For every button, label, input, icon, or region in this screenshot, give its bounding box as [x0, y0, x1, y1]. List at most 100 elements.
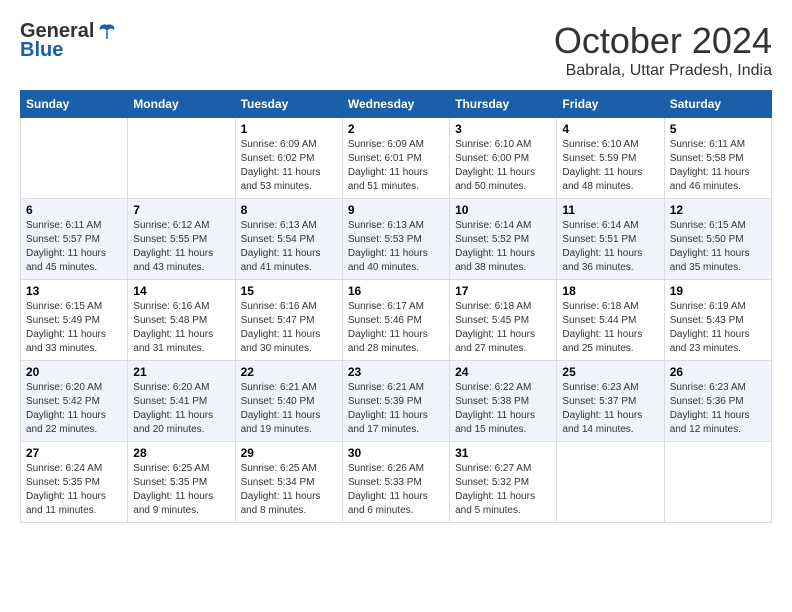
header-row: SundayMondayTuesdayWednesdayThursdayFrid…	[21, 91, 772, 118]
day-info: Sunrise: 6:21 AM Sunset: 5:39 PM Dayligh…	[348, 381, 444, 437]
calendar-cell	[557, 442, 664, 523]
day-info: Sunrise: 6:25 AM Sunset: 5:34 PM Dayligh…	[241, 462, 337, 518]
calendar-cell: 28 Sunrise: 6:25 AM Sunset: 5:35 PM Dayli…	[128, 442, 235, 523]
calendar-week-row: 6Sunrise: 6:11 AM Sunset: 5:57 PM Daylig…	[21, 199, 772, 280]
calendar-cell: 19 Sunrise: 6:19 AM Sunset: 5:43 PM Dayli…	[664, 280, 771, 361]
weekday-header: Wednesday	[342, 91, 449, 118]
day-number: 24	[455, 365, 551, 379]
day-info: Sunrise: 6:13 AM Sunset: 5:54 PM Dayligh…	[241, 219, 337, 275]
day-info: Sunrise: 6:23 AM Sunset: 5:36 PM Dayligh…	[670, 381, 766, 437]
calendar-cell: 6Sunrise: 6:11 AM Sunset: 5:57 PM Daylig…	[21, 199, 128, 280]
day-info: Sunrise: 6:16 AM Sunset: 5:47 PM Dayligh…	[241, 300, 337, 356]
day-number: 17	[455, 284, 551, 298]
day-info: Sunrise: 6:18 AM Sunset: 5:45 PM Dayligh…	[455, 300, 551, 356]
calendar-cell: 7 Sunrise: 6:12 AM Sunset: 5:55 PM Daylig…	[128, 199, 235, 280]
calendar-cell: 13 Sunrise: 6:15 AM Sunset: 5:49 PM Dayli…	[21, 280, 128, 361]
logo-bird-icon	[96, 21, 118, 43]
calendar-cell: 8 Sunrise: 6:13 AM Sunset: 5:54 PM Daylig…	[235, 199, 342, 280]
day-number: 23	[348, 365, 444, 379]
day-info: Sunrise: 6:09 AM Sunset: 6:01 PM Dayligh…	[348, 138, 444, 194]
calendar-cell: 14 Sunrise: 6:16 AM Sunset: 5:48 PM Dayli…	[128, 280, 235, 361]
day-number: 5	[670, 122, 766, 136]
day-number: 25	[562, 365, 658, 379]
day-info: Sunrise: 6:20 AM Sunset: 5:41 PM Dayligh…	[133, 381, 229, 437]
month-title: October 2024	[554, 20, 772, 62]
day-number: 14	[133, 284, 229, 298]
day-info: Sunrise: 6:10 AM Sunset: 6:00 PM Dayligh…	[455, 138, 551, 194]
day-number: 22	[241, 365, 337, 379]
page-header: General Blue October 2024 Babrala, Uttar…	[20, 20, 772, 80]
day-info: Sunrise: 6:15 AM Sunset: 5:50 PM Dayligh…	[670, 219, 766, 275]
day-number: 30	[348, 446, 444, 460]
day-info: Sunrise: 6:26 AM Sunset: 5:33 PM Dayligh…	[348, 462, 444, 518]
calendar-cell: 31Sunrise: 6:27 AM Sunset: 5:32 PM Dayli…	[450, 442, 557, 523]
day-info: Sunrise: 6:14 AM Sunset: 5:51 PM Dayligh…	[562, 219, 658, 275]
day-info: Sunrise: 6:15 AM Sunset: 5:49 PM Dayligh…	[26, 300, 122, 356]
day-info: Sunrise: 6:11 AM Sunset: 5:58 PM Dayligh…	[670, 138, 766, 194]
day-number: 19	[670, 284, 766, 298]
day-number: 11	[562, 203, 658, 217]
day-number: 28	[133, 446, 229, 460]
day-number: 2	[348, 122, 444, 136]
day-info: Sunrise: 6:13 AM Sunset: 5:53 PM Dayligh…	[348, 219, 444, 275]
day-info: Sunrise: 6:23 AM Sunset: 5:37 PM Dayligh…	[562, 381, 658, 437]
calendar-cell: 9 Sunrise: 6:13 AM Sunset: 5:53 PM Daylig…	[342, 199, 449, 280]
calendar-cell	[128, 118, 235, 199]
calendar-week-row: 27Sunrise: 6:24 AM Sunset: 5:35 PM Dayli…	[21, 442, 772, 523]
day-number: 21	[133, 365, 229, 379]
calendar-table: SundayMondayTuesdayWednesdayThursdayFrid…	[20, 90, 772, 523]
calendar-cell: 4Sunrise: 6:10 AM Sunset: 5:59 PM Daylig…	[557, 118, 664, 199]
day-number: 7	[133, 203, 229, 217]
calendar-cell: 18Sunrise: 6:18 AM Sunset: 5:44 PM Dayli…	[557, 280, 664, 361]
location-title: Babrala, Uttar Pradesh, India	[554, 62, 772, 80]
calendar-cell: 1 Sunrise: 6:09 AM Sunset: 6:02 PM Daylig…	[235, 118, 342, 199]
day-number: 8	[241, 203, 337, 217]
day-info: Sunrise: 6:21 AM Sunset: 5:40 PM Dayligh…	[241, 381, 337, 437]
day-number: 10	[455, 203, 551, 217]
calendar-cell: 23 Sunrise: 6:21 AM Sunset: 5:39 PM Dayli…	[342, 361, 449, 442]
weekday-header: Thursday	[450, 91, 557, 118]
calendar-week-row: 20 Sunrise: 6:20 AM Sunset: 5:42 PM Dayli…	[21, 361, 772, 442]
weekday-header: Monday	[128, 91, 235, 118]
title-section: October 2024 Babrala, Uttar Pradesh, Ind…	[554, 20, 772, 80]
day-number: 20	[26, 365, 122, 379]
day-number: 4	[562, 122, 658, 136]
calendar-week-row: 13 Sunrise: 6:15 AM Sunset: 5:49 PM Dayli…	[21, 280, 772, 361]
day-number: 12	[670, 203, 766, 217]
calendar-week-row: 1 Sunrise: 6:09 AM Sunset: 6:02 PM Daylig…	[21, 118, 772, 199]
calendar-cell: 30 Sunrise: 6:26 AM Sunset: 5:33 PM Dayli…	[342, 442, 449, 523]
day-number: 29	[241, 446, 337, 460]
calendar-cell: 17 Sunrise: 6:18 AM Sunset: 5:45 PM Dayli…	[450, 280, 557, 361]
calendar-cell: 11 Sunrise: 6:14 AM Sunset: 5:51 PM Dayli…	[557, 199, 664, 280]
day-info: Sunrise: 6:25 AM Sunset: 5:35 PM Dayligh…	[133, 462, 229, 518]
calendar-cell: 3Sunrise: 6:10 AM Sunset: 6:00 PM Daylig…	[450, 118, 557, 199]
calendar-cell: 5 Sunrise: 6:11 AM Sunset: 5:58 PM Daylig…	[664, 118, 771, 199]
day-number: 6	[26, 203, 122, 217]
calendar-cell: 26 Sunrise: 6:23 AM Sunset: 5:36 PM Dayli…	[664, 361, 771, 442]
weekday-header: Tuesday	[235, 91, 342, 118]
day-info: Sunrise: 6:16 AM Sunset: 5:48 PM Dayligh…	[133, 300, 229, 356]
logo: General Blue	[20, 20, 118, 62]
weekday-header: Sunday	[21, 91, 128, 118]
day-number: 9	[348, 203, 444, 217]
calendar-cell	[21, 118, 128, 199]
day-number: 1	[241, 122, 337, 136]
calendar-cell: 29 Sunrise: 6:25 AM Sunset: 5:34 PM Dayli…	[235, 442, 342, 523]
weekday-header: Friday	[557, 91, 664, 118]
day-info: Sunrise: 6:12 AM Sunset: 5:55 PM Dayligh…	[133, 219, 229, 275]
day-number: 26	[670, 365, 766, 379]
day-info: Sunrise: 6:19 AM Sunset: 5:43 PM Dayligh…	[670, 300, 766, 356]
day-number: 31	[455, 446, 551, 460]
calendar-cell: 12 Sunrise: 6:15 AM Sunset: 5:50 PM Dayli…	[664, 199, 771, 280]
day-number: 13	[26, 284, 122, 298]
weekday-header: Saturday	[664, 91, 771, 118]
calendar-cell: 20 Sunrise: 6:20 AM Sunset: 5:42 PM Dayli…	[21, 361, 128, 442]
day-info: Sunrise: 6:24 AM Sunset: 5:35 PM Dayligh…	[26, 462, 122, 518]
calendar-cell	[664, 442, 771, 523]
calendar-cell: 25 Sunrise: 6:23 AM Sunset: 5:37 PM Dayli…	[557, 361, 664, 442]
calendar-cell: 16Sunrise: 6:17 AM Sunset: 5:46 PM Dayli…	[342, 280, 449, 361]
calendar-cell: 27Sunrise: 6:24 AM Sunset: 5:35 PM Dayli…	[21, 442, 128, 523]
day-number: 16	[348, 284, 444, 298]
day-info: Sunrise: 6:09 AM Sunset: 6:02 PM Dayligh…	[241, 138, 337, 194]
day-info: Sunrise: 6:20 AM Sunset: 5:42 PM Dayligh…	[26, 381, 122, 437]
